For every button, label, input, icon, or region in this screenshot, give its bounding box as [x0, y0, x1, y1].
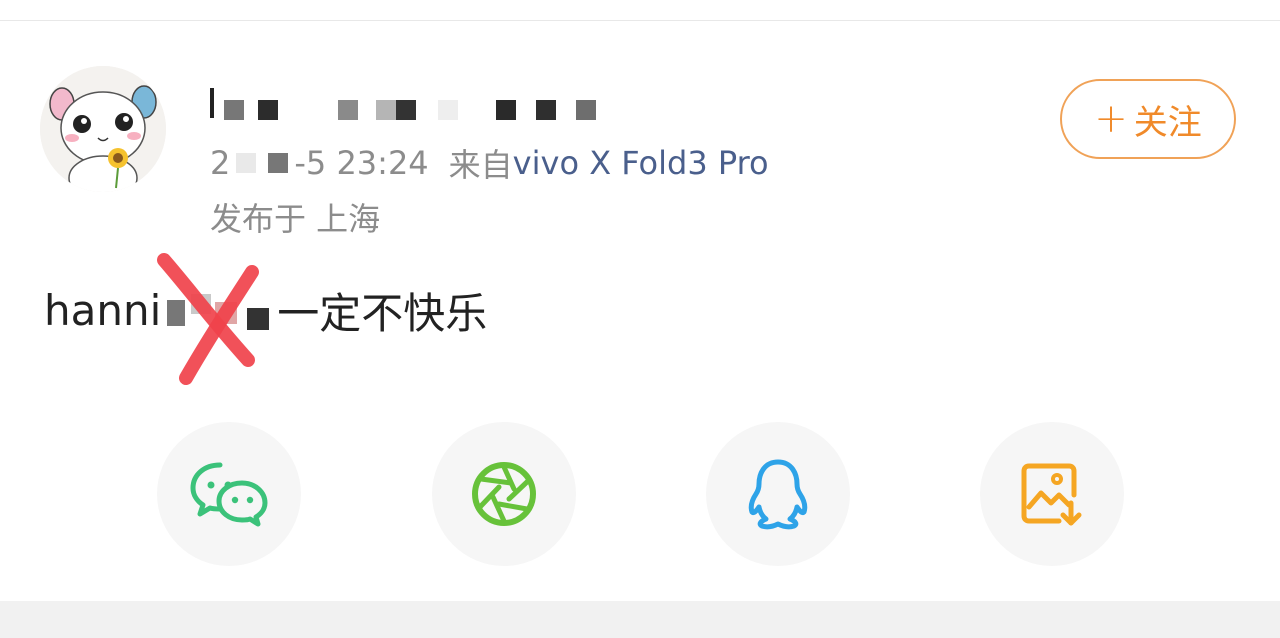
top-divider — [0, 20, 1280, 21]
username-redacted[interactable] — [210, 86, 610, 126]
share-qq-button[interactable] — [706, 422, 850, 566]
moments-icon — [472, 462, 536, 526]
date-prefix: 2 — [210, 144, 231, 182]
follow-label: 关注 — [1133, 102, 1202, 143]
bottom-divider-band — [0, 601, 1280, 638]
hamster-avatar-icon — [40, 66, 166, 192]
mosaic-block — [438, 100, 458, 120]
mosaic-block — [338, 100, 358, 120]
share-row — [0, 422, 1280, 566]
mosaic-block — [576, 100, 596, 120]
source-label: 来自 — [448, 146, 513, 184]
post-text-end: 一定不快乐 — [277, 289, 488, 338]
mosaic-block — [258, 100, 278, 120]
post-content: hanni 一定不快乐 — [44, 280, 487, 341]
mosaic-block — [536, 100, 556, 120]
post-timestamp: -5 23:24 — [294, 144, 429, 182]
date-redacted-block — [268, 153, 289, 173]
share-wechat-button[interactable] — [157, 422, 301, 566]
mosaic-block — [224, 100, 244, 120]
redacted-text — [163, 286, 275, 336]
save-image-button[interactable] — [980, 422, 1124, 566]
save-image-icon — [1021, 463, 1082, 526]
date-redacted-block — [236, 153, 257, 173]
plus-icon: + — [1094, 96, 1128, 142]
mosaic-block — [396, 100, 416, 120]
follow-button[interactable]: + 关注 — [1060, 79, 1236, 159]
qq-icon — [748, 459, 808, 530]
device-link[interactable]: vivo X Fold3 Pro — [513, 144, 769, 182]
post-text-start: hanni — [44, 286, 162, 335]
share-moments-button[interactable] — [432, 422, 576, 566]
weibo-post-share-panel: 2 -5 23:24 来自 vivo X Fold3 Pro 发布于 上海 + … — [0, 0, 1280, 638]
wechat-icon — [190, 462, 268, 527]
avatar[interactable] — [40, 66, 166, 192]
post-meta: 2 -5 23:24 来自 vivo X Fold3 Pro — [210, 140, 769, 186]
post-location: 发布于 上海 — [210, 200, 381, 238]
mosaic-block — [376, 100, 396, 120]
username-first-char — [210, 88, 214, 118]
mosaic-block — [496, 100, 516, 120]
